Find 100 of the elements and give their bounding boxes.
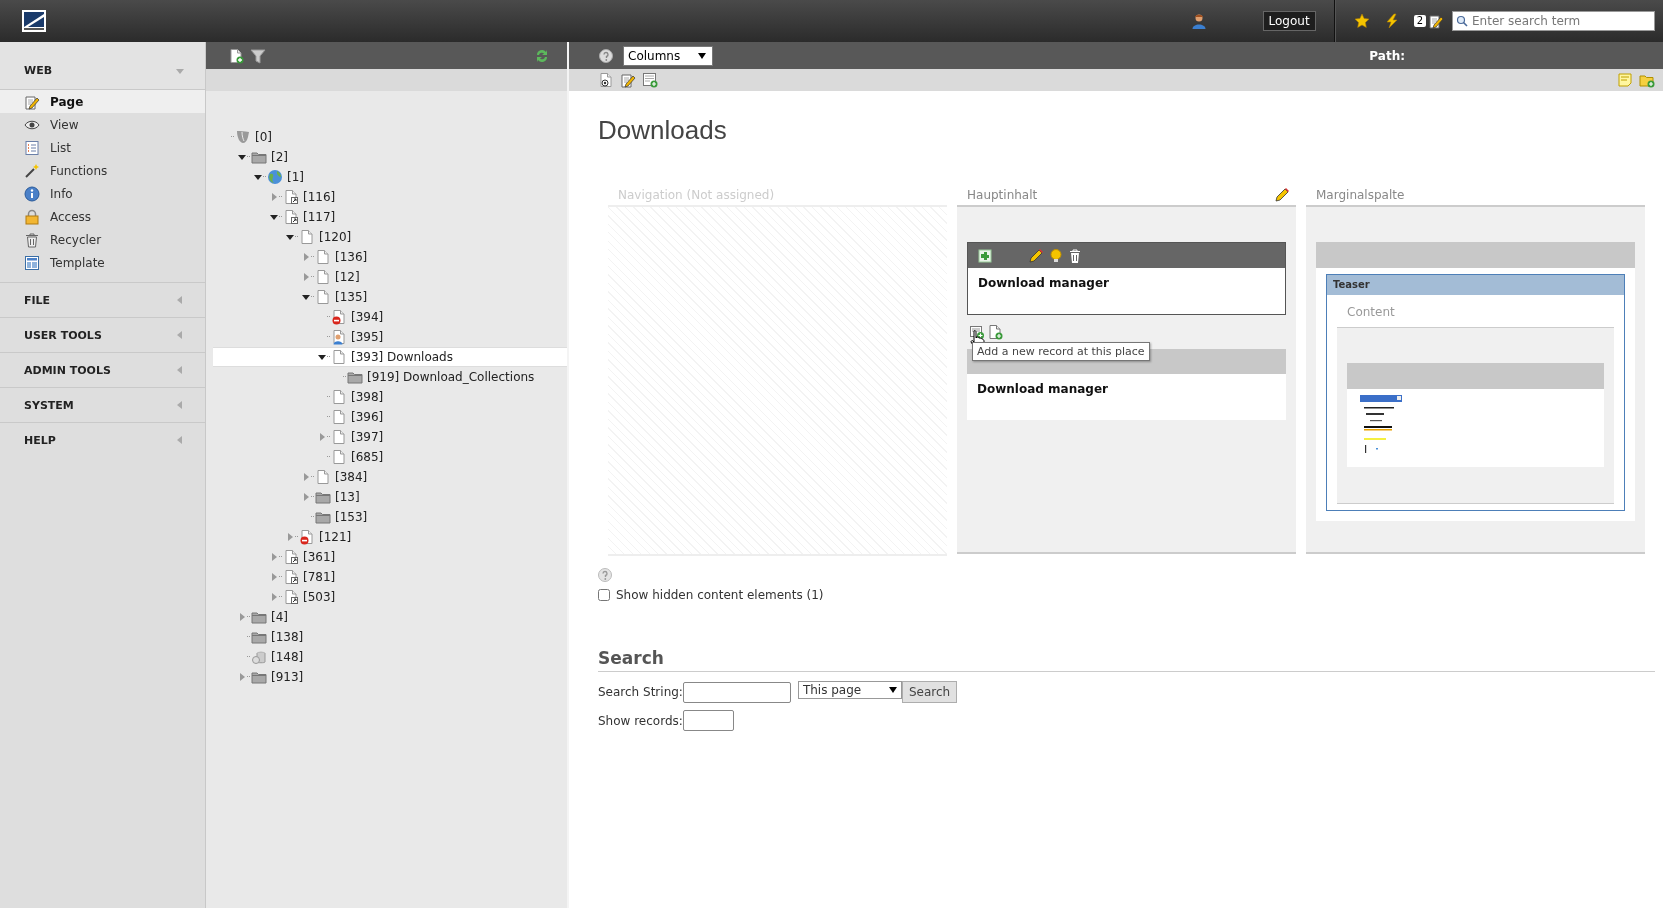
page-icon xyxy=(331,409,347,425)
filter-icon[interactable] xyxy=(250,47,266,64)
caret-right-icon[interactable] xyxy=(237,612,247,622)
tree-item[interactable]: [1] xyxy=(267,169,304,185)
tree-item[interactable]: [148] xyxy=(251,649,304,665)
tree-item[interactable]: [919] Download_Collections xyxy=(347,369,535,385)
lightbulb-icon[interactable] xyxy=(1048,247,1064,264)
scope-select[interactable]: This page xyxy=(797,681,902,699)
star-icon[interactable] xyxy=(1353,13,1370,29)
search-string-field[interactable] xyxy=(682,681,791,703)
search-icon xyxy=(1456,15,1468,27)
menu-group-header[interactable]: HELP xyxy=(0,422,205,457)
new-page-icon[interactable] xyxy=(228,47,244,64)
tree-item[interactable]: [13] xyxy=(315,489,360,505)
caret-right-icon[interactable] xyxy=(269,192,279,202)
menu-item[interactable]: Access xyxy=(0,205,205,228)
tree-item[interactable]: [394] xyxy=(331,309,384,325)
caret-right-icon[interactable] xyxy=(301,472,311,482)
edit-icon[interactable] xyxy=(1028,247,1044,264)
tree-item[interactable]: [135] xyxy=(315,289,368,305)
tree-item[interactable]: [384] xyxy=(315,469,368,485)
menu-item[interactable]: Recycler xyxy=(0,228,205,251)
new-folder-icon[interactable] xyxy=(1639,72,1655,88)
tree-item[interactable]: [138] xyxy=(251,629,304,645)
caret-down-icon[interactable] xyxy=(253,172,263,182)
preview-icon[interactable] xyxy=(598,72,614,88)
tree-item[interactable]: [2] xyxy=(251,149,288,165)
menu-item[interactable]: Template xyxy=(0,251,205,274)
menu-group-header[interactable]: USER TOOLS xyxy=(0,317,205,352)
caret-down-icon[interactable] xyxy=(237,152,247,162)
tree-item[interactable]: [117] xyxy=(283,209,336,225)
checkbox[interactable] xyxy=(598,589,610,601)
tree-item[interactable]: [0] xyxy=(235,129,272,145)
search-button[interactable]: Search xyxy=(901,681,958,703)
caret-down-icon[interactable] xyxy=(269,212,279,222)
search-field[interactable]: Enter search term xyxy=(1452,11,1655,31)
edit-column-icon[interactable] xyxy=(1274,187,1290,203)
caret-right-icon[interactable] xyxy=(285,532,295,542)
folder-icon xyxy=(315,489,331,505)
page-properties-icon[interactable] xyxy=(642,72,658,88)
menu-item[interactable]: Info xyxy=(0,182,205,205)
logout-button[interactable]: Logout xyxy=(1262,11,1316,31)
caret-right-icon[interactable] xyxy=(317,432,327,442)
caret-right-icon[interactable] xyxy=(269,592,279,602)
user-icon[interactable] xyxy=(1190,13,1207,29)
menu-group-header[interactable]: SYSTEM xyxy=(0,387,205,422)
help-icon[interactable] xyxy=(599,48,613,63)
tree-item[interactable]: [398] xyxy=(331,389,384,405)
tree-item[interactable]: [397] xyxy=(331,429,384,445)
page-icon xyxy=(315,249,331,265)
tree-item[interactable]: [12] xyxy=(315,269,360,285)
tree-item[interactable]: [121] xyxy=(299,529,352,545)
menu-group-header[interactable]: FILE xyxy=(0,282,205,317)
tree-item[interactable]: [781] xyxy=(283,569,336,585)
tree-item[interactable]: [395] xyxy=(331,329,384,345)
tree-item[interactable]: [136] xyxy=(315,249,368,265)
tree-item[interactable]: [685] xyxy=(331,449,384,465)
tree-item[interactable]: [503] xyxy=(283,589,336,605)
section-heading: Search xyxy=(598,648,1655,672)
tree-item[interactable]: [913] xyxy=(251,669,304,685)
paste-record-icon[interactable] xyxy=(987,324,1003,340)
records-field[interactable] xyxy=(682,710,734,731)
tree-item[interactable]: [4] xyxy=(251,609,288,625)
menu-group-header[interactable]: ADMIN TOOLS xyxy=(0,352,205,387)
tree-item[interactable]: [120] xyxy=(299,229,352,245)
tree-item[interactable]: [153] xyxy=(315,509,368,525)
caret-right-icon[interactable] xyxy=(269,572,279,582)
lock-icon xyxy=(24,208,40,225)
workspace-count-badge: 2 xyxy=(1413,15,1426,27)
caret-right-icon[interactable] xyxy=(301,272,311,282)
menu-item[interactable]: List xyxy=(0,136,205,159)
tree-item[interactable]: [116] xyxy=(283,189,336,205)
caret-down-icon[interactable] xyxy=(301,292,311,302)
content-element[interactable]: Download manager xyxy=(967,242,1286,315)
tree-item[interactable]: [396] xyxy=(331,409,384,425)
caret-right-icon[interactable] xyxy=(237,672,247,682)
caret-down-icon[interactable] xyxy=(317,352,327,362)
caret-right-icon[interactable] xyxy=(269,552,279,562)
caret-down-icon[interactable] xyxy=(285,232,295,242)
menu-group-header[interactable]: WEB xyxy=(0,42,205,90)
page-hidden-icon xyxy=(299,529,315,545)
caret-right-icon[interactable] xyxy=(301,252,311,262)
tree-item[interactable]: [361] xyxy=(283,549,336,565)
view-select[interactable]: Columns xyxy=(623,45,713,66)
checkbox-label: Show hidden content elements (1) xyxy=(616,588,824,602)
globe-icon xyxy=(267,169,283,185)
help-icon[interactable] xyxy=(598,568,612,582)
edit-page-icon[interactable] xyxy=(620,72,636,88)
menu-item[interactable]: Functions xyxy=(0,159,205,182)
caret-right-icon[interactable] xyxy=(301,492,311,502)
logo-icon[interactable] xyxy=(22,10,46,32)
folder-icon xyxy=(347,369,363,385)
menu-item[interactable]: View xyxy=(0,113,205,136)
menu-item[interactable]: Page xyxy=(0,90,205,113)
refresh-icon[interactable] xyxy=(535,47,549,64)
container-title: Teaser xyxy=(1327,275,1624,295)
tooltip: Add a new record at this place xyxy=(972,342,1150,361)
page-edit-icon[interactable] xyxy=(1428,13,1444,29)
trash-icon[interactable] xyxy=(1068,247,1082,264)
content-element[interactable]: Teaser Content xyxy=(1316,242,1635,521)
